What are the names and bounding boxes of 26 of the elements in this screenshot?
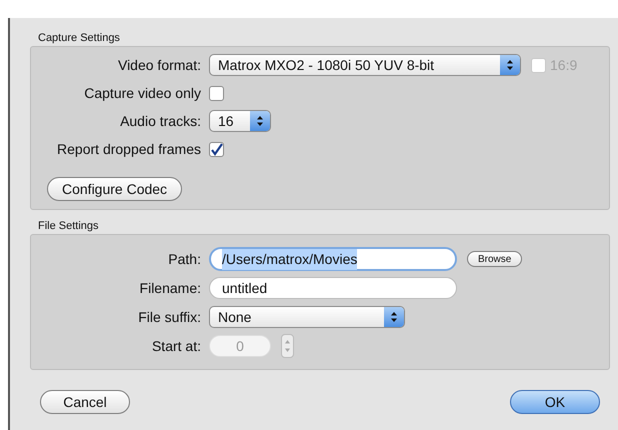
configure-codec-button[interactable]: Configure Codec — [47, 177, 182, 201]
ok-button[interactable]: OK — [510, 390, 600, 414]
field-label: Start at: — [150, 336, 202, 356]
filename-field[interactable]: untitled — [209, 277, 457, 299]
section-title: Capture Settings — [37, 31, 121, 46]
field-label: Filename: — [138, 278, 202, 298]
field-label: File suffix: — [137, 308, 202, 326]
section-title: File Settings — [37, 219, 100, 234]
stepper-arrows-icon — [500, 55, 520, 75]
popup-menu[interactable]: 16 — [209, 110, 271, 132]
stepper-icon[interactable] — [281, 334, 294, 358]
check-icon — [210, 142, 223, 156]
popup-menu[interactable]: Matrox MXO2 - 1080i 50 YUV 8-bit — [209, 54, 521, 76]
checkbox[interactable] — [209, 142, 224, 156]
cancel-button[interactable]: Cancel — [40, 390, 130, 414]
popup-menu[interactable]: None — [209, 306, 405, 328]
stepper-arrows-icon — [384, 307, 404, 327]
browse-button[interactable]: Browse — [467, 251, 522, 267]
field-label: Path: — [167, 250, 202, 268]
field-label: Capture video only — [83, 84, 202, 103]
field-label: Report dropped frames — [56, 140, 202, 159]
field-label: Audio tracks: — [119, 112, 202, 130]
field-label: Video format: — [116, 56, 202, 74]
path-field[interactable]: /Users/matrox/Movies — [209, 247, 457, 271]
stepper-arrows-icon — [250, 111, 270, 131]
checkbox[interactable] — [209, 86, 224, 100]
